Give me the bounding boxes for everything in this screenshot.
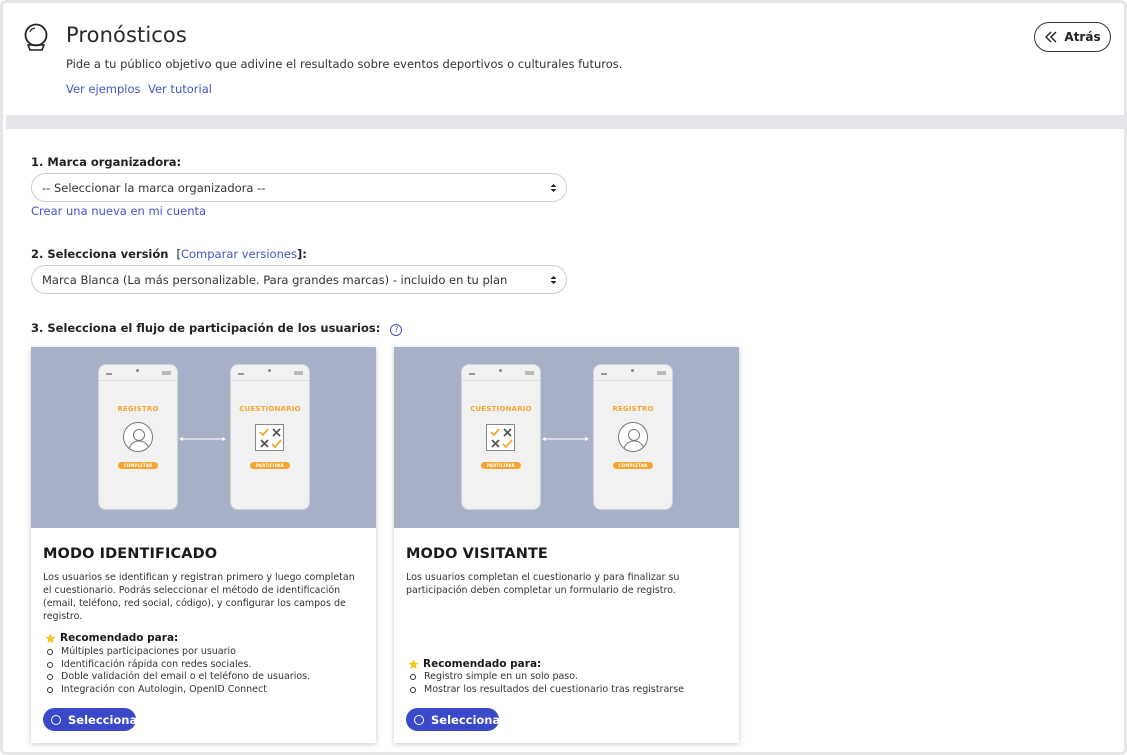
phone-pill: COMPLETAR <box>118 462 158 469</box>
compare-versions-link[interactable]: Comparar versiones <box>181 247 297 261</box>
brand-select[interactable]: -- Seleccionar la marca organizadora -- <box>31 173 567 202</box>
version-label-text: 2. Selecciona versión <box>31 247 169 261</box>
select-caret-icon <box>550 184 557 192</box>
quiz-icon <box>486 424 515 451</box>
page-header: Pronósticos Pide a tu público objetivo q… <box>6 6 1124 115</box>
brand-select-value: -- Seleccionar la marca organizadora -- <box>42 180 266 195</box>
help-icon[interactable]: ? <box>390 324 403 336</box>
flow-label-text: 3. Selecciona el flujo de participación … <box>31 321 381 335</box>
crystal-ball-icon <box>24 23 48 51</box>
select-button-label: Selecciona <box>431 712 501 727</box>
phone-label: CUESTIONARIO <box>239 405 301 413</box>
card-description: Los usuarios se identifican y registran … <box>43 572 355 622</box>
list-item: Identificación rápida con redes sociales… <box>45 659 310 672</box>
examples-link[interactable]: Ver ejemplos <box>66 82 141 96</box>
list-item: Doble validación del email o el teléfono… <box>45 671 310 684</box>
phone-label: REGISTRO <box>117 405 159 413</box>
identified-mode-card[interactable]: REGISTRO COMPLETAR CUESTIONARIO PARTICIP… <box>31 347 376 743</box>
bracket-close: ]: <box>296 247 307 261</box>
phone-mockup: CUESTIONARIO PARTICIPAR <box>462 365 540 509</box>
user-avatar-icon <box>123 422 153 452</box>
page-description: Pide a tu público objetivo que adivine e… <box>66 57 623 71</box>
back-button[interactable]: Atrás <box>1034 22 1111 52</box>
create-brand-link[interactable]: Crear una nueva en mi cuenta <box>31 204 206 218</box>
double-chevron-left-icon <box>1045 31 1057 43</box>
version-select[interactable]: Marca Blanca (La más personalizable. Par… <box>31 265 567 294</box>
recommended-title-text: Recomendado para: <box>423 658 542 670</box>
list-item: Registro simple en un solo paso. <box>408 671 684 684</box>
select-button-label: Selecciona <box>68 712 138 727</box>
flow-illustration: REGISTRO COMPLETAR CUESTIONARIO PARTICIP… <box>31 347 376 528</box>
flow-label: 3. Selecciona el flujo de participación … <box>31 321 403 336</box>
brand-label: 1. Marca organizadora: <box>31 155 182 169</box>
page-title: Pronósticos <box>66 23 187 47</box>
card-title: MODO IDENTIFICADO <box>43 546 218 562</box>
visitor-mode-card[interactable]: CUESTIONARIO PARTICIPAR REGISTRO COMPLET… <box>394 347 739 743</box>
phone-label: REGISTRO <box>612 405 654 413</box>
card-title: MODO VISITANTE <box>406 546 548 562</box>
list-item: Múltiples participaciones por usuario <box>45 646 310 659</box>
list-item: Mostrar los resultados del cuestionario … <box>408 684 684 697</box>
card-description: Los usuarios completan el cuestionario y… <box>406 572 680 596</box>
header-separator <box>6 115 1124 129</box>
radio-ring-icon <box>51 714 61 725</box>
radio-ring-icon <box>414 714 424 725</box>
select-caret-icon <box>550 276 557 284</box>
select-identified-button[interactable]: Selecciona <box>43 708 138 731</box>
recommended-title: Recomendado para: <box>408 658 541 670</box>
recommended-title: Recomendado para: <box>45 632 178 644</box>
phone-pill: PARTICIPAR <box>481 462 521 469</box>
version-select-value: Marca Blanca (La más personalizable. Par… <box>42 272 508 287</box>
double-arrow-icon <box>542 437 589 441</box>
user-avatar-icon <box>618 422 648 452</box>
recommended-list: Registro simple en un solo paso. Mostrar… <box>408 671 684 696</box>
flow-illustration: CUESTIONARIO PARTICIPAR REGISTRO COMPLET… <box>394 347 739 528</box>
quiz-icon <box>255 424 284 451</box>
double-arrow-icon <box>179 437 226 441</box>
list-item: Integración con Autologin, OpenID Connec… <box>45 684 310 697</box>
star-icon <box>408 658 419 669</box>
phone-mockup: REGISTRO COMPLETAR <box>99 365 177 509</box>
phone-mockup: REGISTRO COMPLETAR <box>594 365 672 509</box>
phone-mockup: CUESTIONARIO PARTICIPAR <box>231 365 309 509</box>
app-frame: Pronósticos Pide a tu público objetivo q… <box>0 0 1127 755</box>
star-icon <box>45 632 56 643</box>
tutorial-link[interactable]: Ver tutorial <box>148 82 212 96</box>
phone-pill: COMPLETAR <box>613 462 653 469</box>
recommended-list: Múltiples participaciones por usuario Id… <box>45 646 310 696</box>
back-button-label: Atrás <box>1064 30 1101 44</box>
phone-pill: PARTICIPAR <box>250 462 290 469</box>
version-label: 2. Selecciona versión [Comparar versione… <box>31 247 307 261</box>
select-visitor-button[interactable]: Selecciona <box>406 708 501 731</box>
recommended-title-text: Recomendado para: <box>60 632 179 644</box>
phone-label: CUESTIONARIO <box>470 405 532 413</box>
